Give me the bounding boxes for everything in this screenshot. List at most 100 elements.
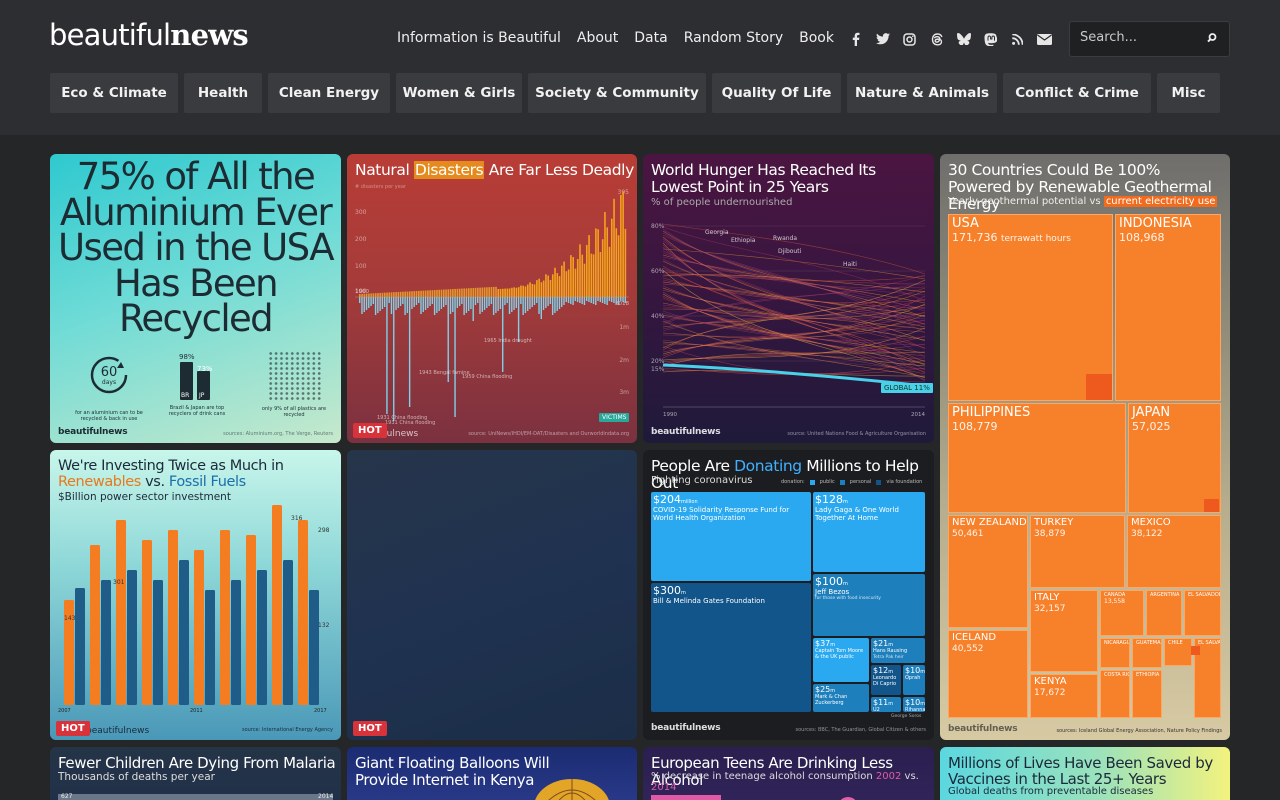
treemap-cell: NEW ZEALAND 50,461 bbox=[948, 515, 1028, 628]
disaster-count-bar bbox=[574, 268, 577, 297]
disaster-count-bar bbox=[404, 291, 406, 297]
story-card-balloons[interactable]: Giant Floating Balloons Will Provide Int… bbox=[347, 747, 637, 800]
disaster-count-bar bbox=[418, 290, 420, 297]
disaster-count-bar bbox=[558, 276, 561, 297]
country-trend-line bbox=[662, 238, 926, 350]
disaster-count-bar bbox=[420, 290, 422, 297]
victim-count-bar bbox=[588, 297, 590, 302]
nav-about[interactable]: About bbox=[577, 30, 618, 46]
rss-icon[interactable] bbox=[1004, 30, 1031, 48]
treemap-cell: USA 171,736 terrawatt hours bbox=[948, 214, 1113, 401]
country-trend-line bbox=[662, 232, 926, 326]
nav-information-is-beautiful[interactable]: Information is Beautiful bbox=[397, 30, 561, 46]
site-logo[interactable]: beautifulnews bbox=[49, 18, 249, 52]
social-links bbox=[842, 30, 1058, 48]
disaster-count-bar bbox=[395, 292, 397, 297]
disaster-count-bar bbox=[470, 288, 472, 297]
category-clean-energy[interactable]: Clean Energy bbox=[268, 73, 390, 113]
country-trend-line bbox=[662, 327, 926, 361]
y-tick-label: 20% bbox=[651, 358, 665, 365]
disaster-count-bar bbox=[622, 191, 624, 297]
mastodon-icon[interactable] bbox=[977, 30, 1004, 48]
category-misc[interactable]: Misc bbox=[1157, 73, 1220, 113]
category-society-community[interactable]: Society & Community bbox=[528, 73, 706, 113]
search-input[interactable] bbox=[1080, 30, 1200, 45]
days-value: 60 bbox=[100, 365, 118, 380]
victim-count-bar bbox=[379, 297, 381, 311]
victim-count-bar bbox=[370, 297, 372, 306]
disaster-count-bar bbox=[399, 291, 402, 297]
treemap-cell-name: JAPAN bbox=[1132, 405, 1171, 420]
disaster-count-bar bbox=[488, 287, 490, 297]
bluesky-icon[interactable] bbox=[950, 30, 977, 48]
victim-count-bar bbox=[483, 297, 486, 310]
category-conflict-crime[interactable]: Conflict & Crime bbox=[1003, 73, 1151, 113]
fossil-bar bbox=[231, 580, 241, 705]
victim-count-bar bbox=[529, 297, 531, 309]
nav-random-story[interactable]: Random Story bbox=[684, 30, 783, 46]
story-card-renewables[interactable]: We're Investing Twice as Much in Renewab… bbox=[50, 450, 341, 740]
victim-count-bar bbox=[377, 297, 379, 313]
victim-count-bar bbox=[622, 297, 624, 302]
search-icon[interactable] bbox=[1205, 31, 1219, 45]
disaster-count-bar bbox=[606, 227, 609, 297]
story-card-geothermal[interactable]: 30 Countries Could Be 100% Powered by Re… bbox=[940, 154, 1230, 740]
disaster-count-bar bbox=[440, 289, 443, 297]
victim-count-bar bbox=[388, 297, 390, 303]
email-icon[interactable] bbox=[1031, 30, 1058, 48]
disaster-count-bar bbox=[461, 288, 463, 297]
victim-count-bar bbox=[429, 297, 431, 306]
victim-count-bar bbox=[433, 297, 436, 315]
br-value: 98% bbox=[179, 353, 195, 361]
disaster-count-bar bbox=[502, 288, 504, 297]
nav-book[interactable]: Book bbox=[799, 30, 834, 46]
disaster-count-bar bbox=[438, 289, 441, 297]
country-label: Georgia bbox=[705, 229, 729, 236]
victim-count-bar bbox=[454, 297, 456, 417]
disaster-count-bar bbox=[390, 292, 393, 297]
story-card-malaria[interactable]: Fewer Children Are Dying From Malaria Th… bbox=[50, 747, 341, 800]
story-card-loading[interactable]: HOT bbox=[347, 450, 637, 740]
victim-count-bar bbox=[608, 297, 611, 301]
story-card-aluminium[interactable]: 75% of All the Aluminium Ever Used in th… bbox=[50, 154, 341, 443]
brand-label: beautifulnews bbox=[651, 723, 721, 733]
threads-icon[interactable] bbox=[923, 30, 950, 48]
category-health[interactable]: Health bbox=[184, 73, 262, 113]
logo-text-beautiful: beautiful bbox=[49, 18, 171, 52]
story-card-hunger[interactable]: World Hunger Has Reached Its Lowest Poin… bbox=[643, 154, 934, 443]
story-card-vaccines[interactable]: Millions of Lives Have Been Saved by Vac… bbox=[940, 747, 1230, 800]
card-title: Millions of Lives Have Been Saved by Vac… bbox=[948, 754, 1213, 788]
category-women-girls[interactable]: Women & Girls bbox=[396, 73, 522, 113]
treemap-cell-name: PHILIPPINES bbox=[952, 405, 1031, 420]
victim-count-bar bbox=[504, 297, 506, 305]
category-quality-of-life[interactable]: Quality Of Life bbox=[712, 73, 841, 113]
facebook-icon[interactable] bbox=[842, 30, 869, 48]
disaster-count-bar bbox=[456, 288, 459, 297]
category-nature-animals[interactable]: Nature & Animals bbox=[847, 73, 997, 113]
instagram-icon[interactable] bbox=[896, 30, 923, 48]
victim-count-bar bbox=[581, 297, 583, 304]
donation-unit: m bbox=[920, 669, 925, 675]
flower-illustration bbox=[840, 797, 856, 800]
disaster-count-bar bbox=[617, 235, 620, 297]
donation-name: Bill & Melinda Gates Foundation bbox=[653, 597, 765, 605]
top-nav: Information is Beautiful About Data Rand… bbox=[397, 30, 834, 46]
global-label: GLOBAL 11% bbox=[881, 383, 933, 393]
donation-amount: $128m bbox=[815, 493, 848, 506]
victim-count-bar bbox=[613, 297, 615, 303]
disaster-count-bar bbox=[481, 287, 484, 297]
story-card-donating[interactable]: People Are Donating Millions to Help Out… bbox=[643, 450, 934, 740]
donation-amount: $300m bbox=[653, 584, 686, 597]
treemap-cell-value: 17,672 bbox=[1034, 687, 1066, 698]
victim-count-bar bbox=[374, 297, 377, 315]
twitter-icon[interactable] bbox=[869, 30, 896, 48]
disaster-count-bar bbox=[359, 294, 361, 297]
disaster-count-bar bbox=[522, 285, 525, 297]
story-card-disasters[interactable]: Natural Disasters Are Far Less Deadly # … bbox=[347, 154, 637, 443]
donation-block: $204million COVID-19 Solidarity Response … bbox=[651, 492, 811, 581]
nav-data[interactable]: Data bbox=[634, 30, 667, 46]
donation-name: U2 bbox=[873, 707, 880, 712]
story-card-teens[interactable]: European Teens Are Drinking Less Alcohol… bbox=[643, 747, 934, 800]
country-label: Djibouti bbox=[778, 248, 802, 255]
category-eco-climate[interactable]: Eco & Climate bbox=[50, 73, 178, 113]
